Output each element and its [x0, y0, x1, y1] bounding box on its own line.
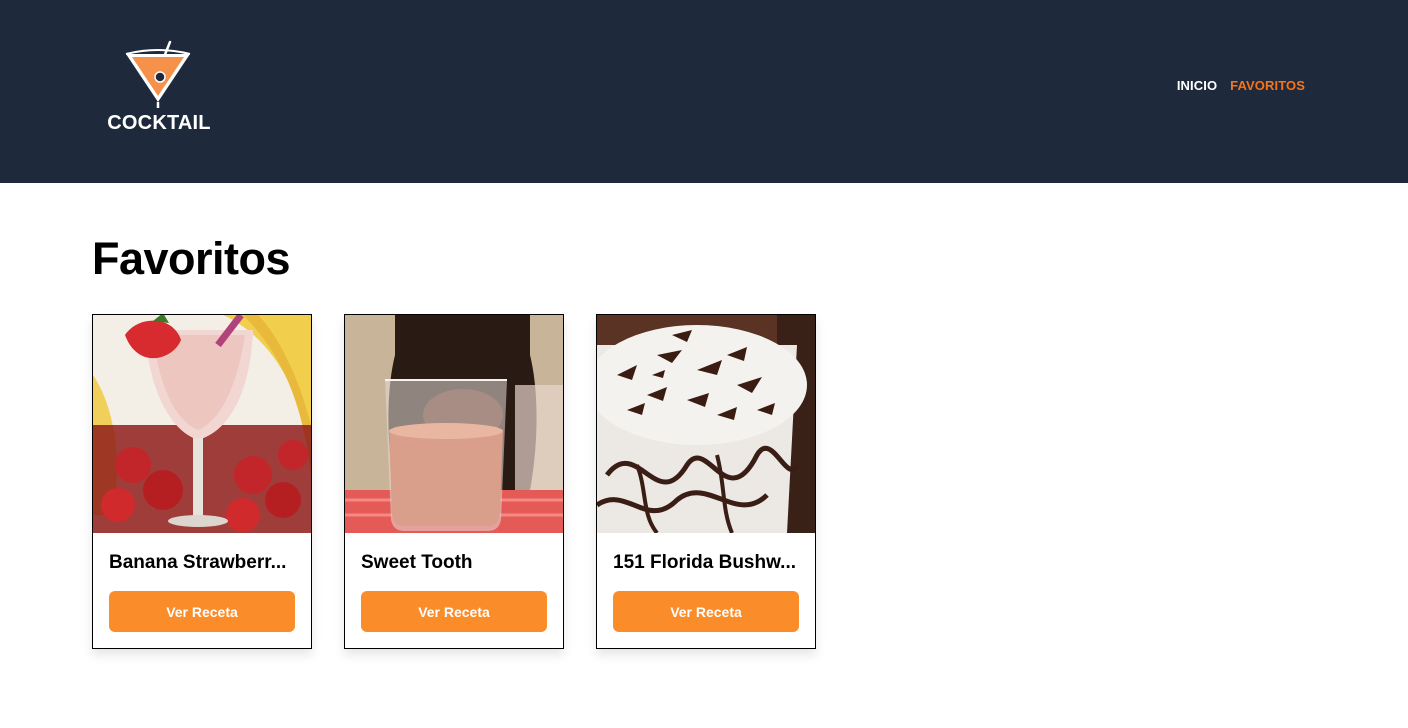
- nav-link-inicio[interactable]: INICIO: [1177, 78, 1217, 93]
- drink-image: [93, 315, 311, 533]
- ver-receta-button[interactable]: Ver Receta: [613, 591, 799, 632]
- drink-image: [597, 315, 815, 533]
- drink-image: [345, 315, 563, 533]
- drink-card: 151 Florida Bushw... Ver Receta: [596, 314, 816, 649]
- drink-card: Sweet Tooth Ver Receta: [344, 314, 564, 649]
- martini-glass-icon: [125, 40, 191, 108]
- ver-receta-button[interactable]: Ver Receta: [361, 591, 547, 632]
- main-nav: INICIO FAVORITOS: [1177, 78, 1305, 93]
- logo-text: COCKTAIL: [107, 112, 211, 134]
- drink-name: 151 Florida Bushw...: [613, 552, 797, 573]
- nav-link-favoritos[interactable]: FAVORITOS: [1230, 78, 1305, 93]
- cocktail-logo[interactable]: COCKTAIL: [104, 40, 214, 136]
- site-header: COCKTAIL INICIO FAVORITOS: [0, 0, 1408, 183]
- page-title: Favoritos: [92, 233, 291, 284]
- drink-name: Sweet Tooth: [361, 552, 473, 573]
- drink-name: Banana Strawberr...: [109, 552, 287, 573]
- drink-card: Banana Strawberr... Ver Receta: [92, 314, 312, 649]
- ver-receta-button[interactable]: Ver Receta: [109, 591, 295, 632]
